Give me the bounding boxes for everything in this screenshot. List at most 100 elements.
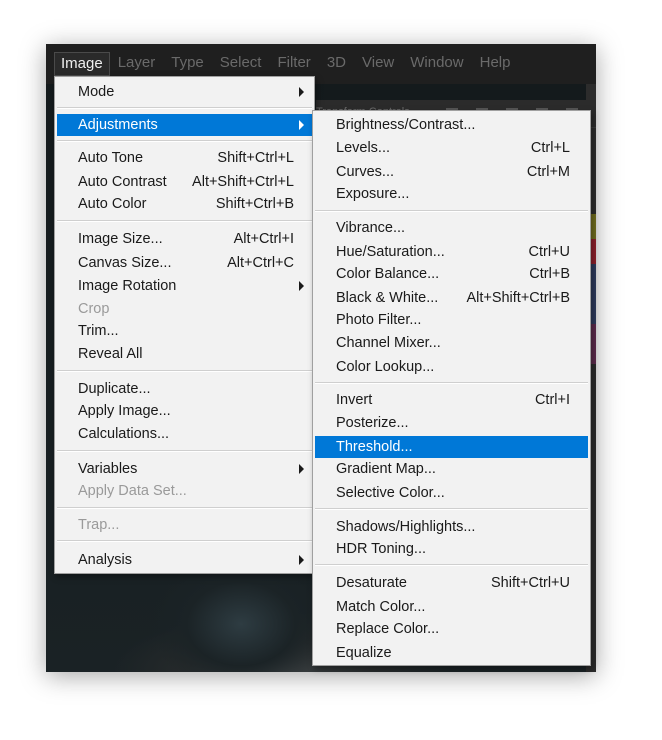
menu-item-auto-color[interactable]: Auto Color Shift+Ctrl+B [57,193,312,215]
menu-item-analysis[interactable]: Analysis [57,549,312,571]
menu-item-reveal-all[interactable]: Reveal All [57,343,312,365]
menu-item-label: Black & White... [336,290,439,306]
menu-item-shortcut: Ctrl+I [534,392,570,408]
menu-help[interactable]: Help [472,52,519,76]
menu-separator [57,107,312,109]
menu-item-label: Color Balance... [336,266,440,282]
menu-item-duplicate[interactable]: Duplicate... [57,378,312,400]
menu-image[interactable]: Image [54,52,110,76]
menu-item-hue-saturation[interactable]: Hue/Saturation... Ctrl+U [315,241,588,263]
menu-item-label: Trap... [78,517,120,533]
menu-item-photo-filter[interactable]: Photo Filter... [315,309,588,331]
menu-separator [57,450,312,452]
menu-item-label: Levels... [336,140,390,156]
menu-item-threshold[interactable]: Threshold... [315,436,588,458]
menu-separator [315,382,588,384]
menu-window[interactable]: Window [402,52,471,76]
menu-layer[interactable]: Layer [110,52,164,76]
menu-item-apply-image[interactable]: Apply Image... [57,400,312,422]
menu-item-shortcut: Ctrl+U [528,244,571,260]
menu-separator [57,370,312,372]
menu-3d[interactable]: 3D [319,52,354,76]
menu-type[interactable]: Type [163,52,212,76]
menu-item-color-lookup[interactable]: Color Lookup... [315,356,588,378]
menu-item-hdr-toning[interactable]: HDR Toning... [315,538,588,560]
menu-item-equalize[interactable]: Equalize [315,642,588,664]
menu-item-invert[interactable]: Invert Ctrl+I [315,389,588,411]
menu-item-label: Image Rotation [78,278,177,294]
menu-item-variables[interactable]: Variables [57,458,312,480]
menu-separator [57,507,312,509]
menu-item-shortcut: Shift+Ctrl+U [491,575,570,591]
menu-item-label: Shadows/Highlights... [336,519,476,535]
menu-item-label: Threshold... [336,439,413,455]
menu-item-label: Brightness/Contrast... [336,117,476,133]
menu-item-label: Posterize... [336,415,409,431]
menu-item-posterize[interactable]: Posterize... [315,412,588,434]
menu-item-image-rotation[interactable]: Image Rotation [57,275,312,297]
menu-item-shortcut: Alt+Shift+Ctrl+L [192,174,294,190]
menu-item-vibrance[interactable]: Vibrance... [315,217,588,239]
menu-item-adjustments[interactable]: Adjustments [57,114,312,136]
menu-item-label: Crop [78,301,110,317]
menu-item-canvas-size[interactable]: Canvas Size... Alt+Ctrl+C [57,252,312,274]
submenu-arrow-icon [299,281,304,291]
menu-item-label: Mode [78,84,115,100]
menu-item-label: Desaturate [336,575,407,591]
menu-item-shadows-highlights[interactable]: Shadows/Highlights... [315,516,588,538]
menu-item-channel-mixer[interactable]: Channel Mixer... [315,332,588,354]
menu-item-auto-contrast[interactable]: Auto Contrast Alt+Shift+Ctrl+L [57,171,312,193]
menu-item-exposure[interactable]: Exposure... [315,183,588,205]
menu-item-label: Selective Color... [336,485,445,501]
menu-item-levels[interactable]: Levels... Ctrl+L [315,137,588,159]
menu-separator [315,564,588,566]
menu-item-label: Variables [78,461,138,477]
menu-item-label: Duplicate... [78,381,151,397]
menu-view[interactable]: View [354,52,402,76]
menu-item-label: Analysis [78,552,132,568]
menu-item-label: Image Size... [78,231,163,247]
menu-item-shortcut: Alt+Ctrl+C [227,255,294,271]
menu-item-label: Photo Filter... [336,312,422,328]
menu-item-shortcut: Alt+Shift+Ctrl+B [466,290,570,306]
menu-item-brightness-contrast[interactable]: Brightness/Contrast... [315,114,588,136]
menu-item-label: Curves... [336,164,395,180]
menu-item-match-color[interactable]: Match Color... [315,596,588,618]
menu-item-label: Match Color... [336,599,426,615]
menu-item-auto-tone[interactable]: Auto Tone Shift+Ctrl+L [57,147,312,169]
menu-item-label: Color Lookup... [336,359,435,375]
menu-item-crop: Crop [57,298,312,320]
submenu-arrow-icon [299,87,304,97]
menu-filter[interactable]: Filter [269,52,318,76]
menu-item-apply-data-set: Apply Data Set... [57,480,312,502]
submenu-arrow-icon [299,120,304,130]
menu-item-mode[interactable]: Mode [57,81,312,103]
menu-item-replace-color[interactable]: Replace Color... [315,618,588,640]
menu-item-label: Auto Color [78,196,147,212]
menu-item-shortcut: Shift+Ctrl+B [215,196,294,212]
adjustments-submenu: Brightness/Contrast... Levels... Ctrl+L … [312,110,591,666]
menu-item-curves[interactable]: Curves... Ctrl+M [315,161,588,183]
menu-item-label: Reveal All [78,346,143,362]
menu-item-label: HDR Toning... [336,541,426,557]
menu-item-label: Hue/Saturation... [336,244,445,260]
menu-item-trim[interactable]: Trim... [57,320,312,342]
menu-item-label: Gradient Map... [336,461,436,477]
menu-item-label: Equalize [336,645,392,661]
menu-select[interactable]: Select [212,52,270,76]
menu-item-image-size[interactable]: Image Size... Alt+Ctrl+I [57,228,312,250]
menu-item-color-balance[interactable]: Color Balance... Ctrl+B [315,263,588,285]
menu-item-desaturate[interactable]: Desaturate Shift+Ctrl+U [315,572,588,594]
menu-separator [57,140,312,142]
menu-item-calculations[interactable]: Calculations... [57,423,312,445]
menu-item-shortcut: Alt+Ctrl+I [233,231,294,247]
menu-separator [57,220,312,222]
menu-item-shortcut: Ctrl+M [526,164,570,180]
menu-item-shortcut: Shift+Ctrl+L [217,150,294,166]
menu-item-label: Channel Mixer... [336,335,441,351]
menu-item-label: Apply Image... [78,403,171,419]
menu-item-selective-color[interactable]: Selective Color... [315,482,588,504]
menu-item-gradient-map[interactable]: Gradient Map... [315,458,588,480]
menu-item-label: Auto Contrast [78,174,167,190]
menu-item-black-white[interactable]: Black & White... Alt+Shift+Ctrl+B [315,287,588,309]
